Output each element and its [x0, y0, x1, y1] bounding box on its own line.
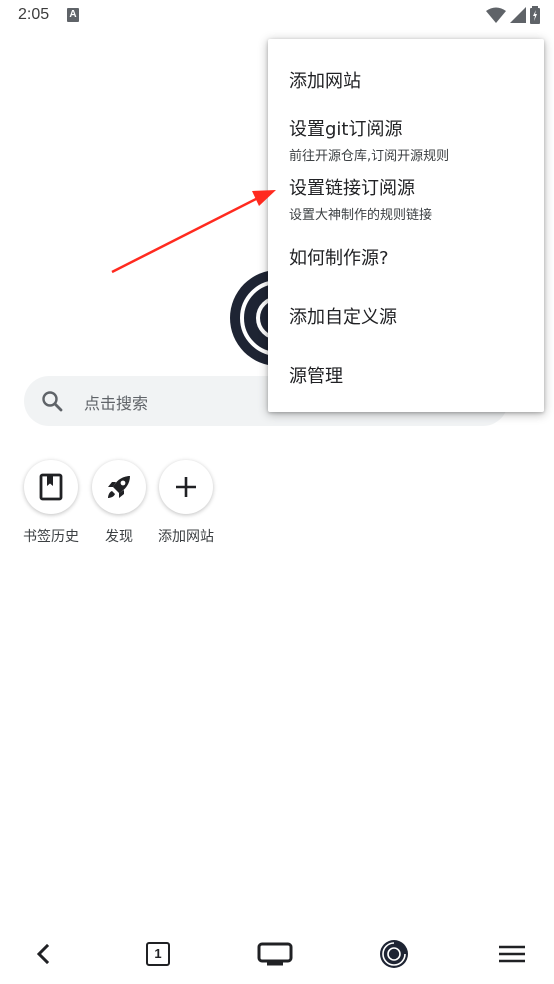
back-button[interactable]	[21, 934, 65, 974]
menu-item-title: 设置链接订阅源	[289, 178, 415, 199]
menu-item-subtitle: 设置大神制作的规则链接	[289, 208, 433, 223]
home-logo-icon	[380, 940, 408, 968]
tv-button[interactable]	[253, 934, 297, 974]
menu-item-title: 如何制作源?	[289, 248, 389, 269]
menu-item-add-site[interactable]: 添加网站	[268, 67, 544, 93]
rocket-icon	[108, 476, 130, 498]
menu-icon	[499, 945, 525, 963]
menu-item-title: 设置git订阅源	[289, 119, 403, 140]
menu-item-source-management[interactable]: 源管理	[268, 362, 544, 388]
menu-item-add-custom-source[interactable]: 添加自定义源	[268, 303, 544, 329]
menu-item-link-source[interactable]: 设置链接订阅源 设置大神制作的规则链接	[268, 174, 544, 223]
battery-icon	[530, 6, 540, 24]
shortcut-label: 发现	[105, 529, 133, 545]
bottom-nav: 1	[0, 924, 554, 984]
status-icons	[486, 6, 540, 24]
menu-item-git-source[interactable]: 设置git订阅源 前往开源仓库,订阅开源规则	[268, 115, 544, 164]
shortcut-add-site[interactable]: 添加网站	[151, 460, 221, 546]
menu-item-title: 添加网站	[289, 71, 361, 92]
overflow-menu: 添加网站 设置git订阅源 前往开源仓库,订阅开源规则 设置链接订阅源 设置大神…	[268, 39, 544, 412]
search-placeholder: 点击搜索	[84, 394, 149, 413]
shortcut-label: 添加网站	[158, 529, 214, 545]
status-time: 2:05	[18, 6, 50, 23]
menu-item-title: 源管理	[289, 366, 343, 387]
menu-button[interactable]	[490, 934, 534, 974]
shortcut-label: 书签历史	[23, 529, 79, 545]
shortcut-bookmarks-history[interactable]: 书签历史	[16, 460, 86, 546]
home-button[interactable]	[372, 934, 416, 974]
status-bar: 2:05 A	[0, 0, 554, 32]
menu-item-how-to-make-source[interactable]: 如何制作源?	[268, 244, 544, 270]
wifi-icon	[486, 7, 506, 23]
plus-icon	[176, 477, 196, 497]
menu-item-subtitle: 前往开源仓库,订阅开源规则	[289, 149, 450, 164]
shortcut-discover[interactable]: 发现	[84, 460, 154, 546]
signal-icon	[510, 7, 526, 23]
back-icon	[36, 944, 50, 964]
menu-item-title: 添加自定义源	[289, 307, 397, 328]
notification-icon: A	[67, 8, 79, 22]
bookmark-icon	[39, 473, 63, 501]
tv-icon	[257, 942, 293, 966]
tabs-button[interactable]: 1	[136, 934, 180, 974]
tabs-icon: 1	[146, 942, 170, 966]
search-icon	[42, 391, 63, 412]
